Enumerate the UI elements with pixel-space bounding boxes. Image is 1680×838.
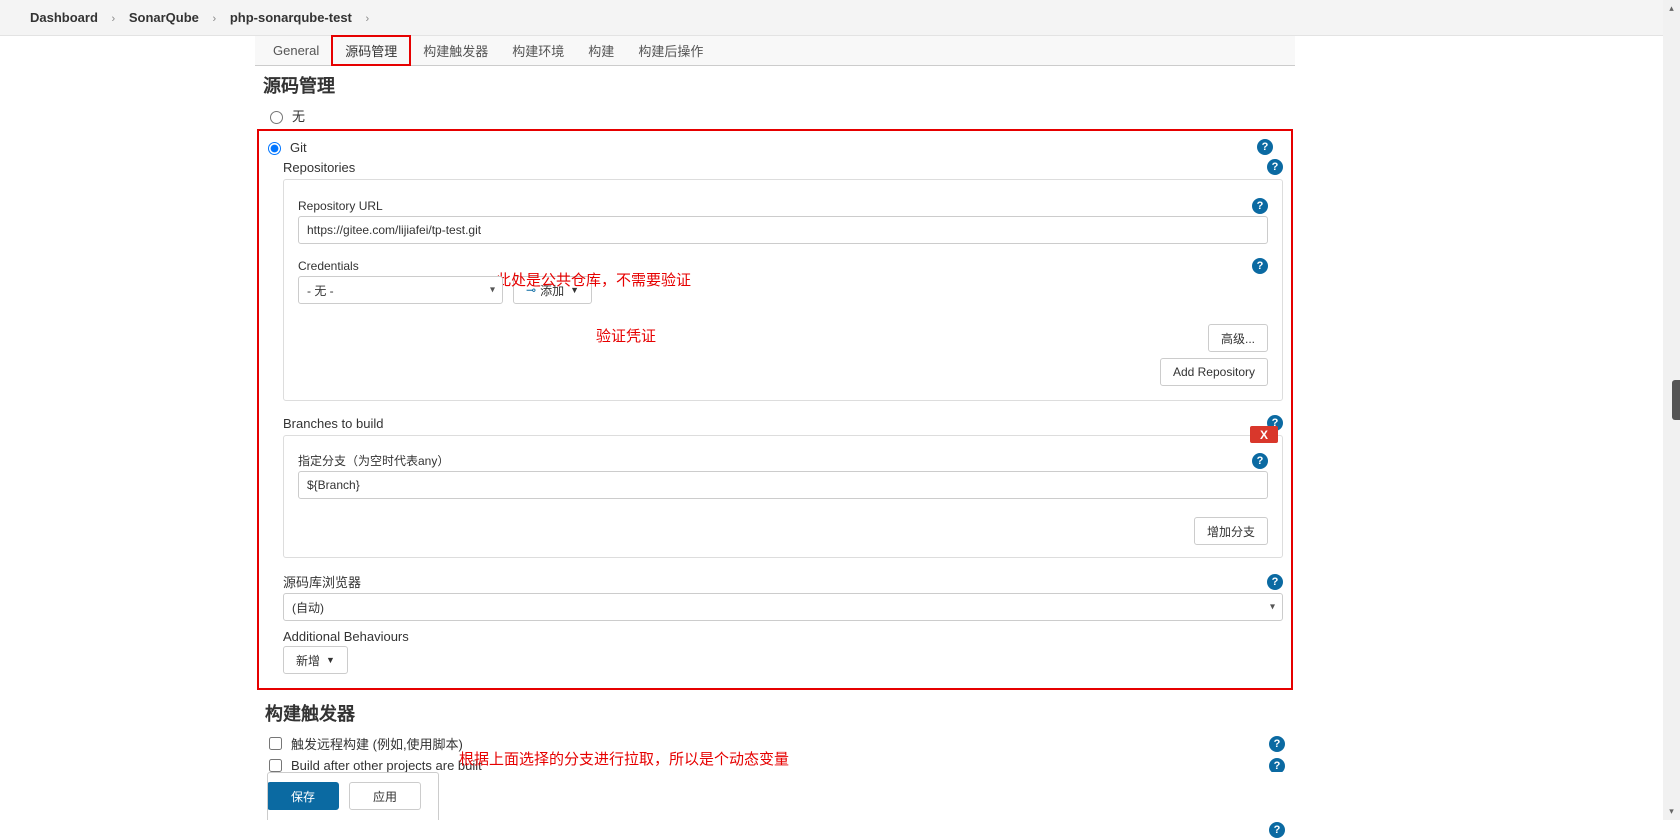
annotation-verify: 验证凭证 <box>596 325 656 346</box>
branch-panel: X 根据上面选择的分支进行拉取，所以是个动态变量 指定分支（为空时代表any） … <box>283 435 1283 558</box>
radio-scm-git-label[interactable]: Git <box>290 140 307 155</box>
section-title-triggers: 构建触发器 <box>265 700 1285 726</box>
checkbox-trigger-remote[interactable] <box>269 737 282 750</box>
help-icon[interactable]: ? <box>1269 736 1285 752</box>
config-tabs: General 源码管理 构建触发器 构建环境 构建 构建后操作 <box>255 36 1295 66</box>
breadcrumb-project[interactable]: php-sonarqube-test <box>230 10 352 25</box>
scroll-up-icon[interactable]: ▴ <box>1663 0 1680 17</box>
additional-add-button-label: 新增 <box>296 652 320 669</box>
additional-add-button[interactable]: 新增 ▼ <box>283 646 348 674</box>
additional-behaviours-label: Additional Behaviours <box>283 629 409 644</box>
bottom-action-bar: 保存 应用 <box>255 772 1295 820</box>
delete-branch-button[interactable]: X <box>1250 426 1278 443</box>
repo-url-label: Repository URL <box>298 199 383 213</box>
advanced-button[interactable]: 高级... <box>1208 324 1268 352</box>
checkbox-trigger-remote-label[interactable]: 触发远程构建 (例如,使用脚本) <box>291 734 463 753</box>
radio-scm-none-label[interactable]: 无 <box>292 106 305 125</box>
breadcrumb-bar: Dashboard › SonarQube › php-sonarqube-te… <box>0 0 1680 36</box>
repo-browser-label: 源码库浏览器 <box>283 572 361 591</box>
breadcrumb-sonarqube[interactable]: SonarQube <box>129 10 199 25</box>
tab-general[interactable]: General <box>261 36 331 65</box>
tab-post[interactable]: 构建后操作 <box>626 36 715 65</box>
radio-scm-none[interactable] <box>270 111 283 124</box>
repository-panel: 此处是公共仓库，不需要验证 验证凭证 Repository URL ? Cred… <box>283 179 1283 401</box>
breadcrumb-dashboard[interactable]: Dashboard <box>30 10 98 25</box>
chevron-right-icon: › <box>366 13 370 25</box>
section-title-scm: 源码管理 <box>263 72 1287 98</box>
branch-spec-label: 指定分支（为空时代表any） <box>298 452 449 469</box>
tab-triggers[interactable]: 构建触发器 <box>411 36 500 65</box>
help-icon[interactable]: ? <box>1252 198 1268 214</box>
add-repository-button[interactable]: Add Repository <box>1160 358 1268 386</box>
radio-scm-git[interactable] <box>268 142 281 155</box>
tab-env[interactable]: 构建环境 <box>500 36 576 65</box>
scroll-down-icon[interactable]: ▾ <box>1663 803 1680 820</box>
chevron-right-icon: › <box>112 13 116 25</box>
apply-button[interactable]: 应用 <box>349 782 421 810</box>
help-icon[interactable]: ? <box>1252 258 1268 274</box>
branches-label: Branches to build <box>283 416 383 431</box>
tab-scm[interactable]: 源码管理 <box>331 35 411 66</box>
side-feedback-tab[interactable] <box>1672 380 1680 420</box>
tab-build[interactable]: 构建 <box>576 36 626 65</box>
annotation-public-repo: 此处是公共仓库，不需要验证 <box>496 269 691 290</box>
branch-spec-input[interactable] <box>298 471 1268 499</box>
chevron-right-icon: › <box>213 13 217 25</box>
help-icon[interactable]: ? <box>1269 822 1285 838</box>
credentials-label: Credentials <box>298 259 359 273</box>
git-config-block: Git ? Repositories ? 此处是公共仓库，不需要验证 验证凭证 … <box>257 129 1293 690</box>
repo-url-input[interactable] <box>298 216 1268 244</box>
add-branch-button[interactable]: 增加分支 <box>1194 517 1268 545</box>
caret-down-icon: ▼ <box>326 655 335 665</box>
repo-browser-select[interactable]: (自动) <box>283 593 1283 621</box>
annotation-dynamic: 根据上面选择的分支进行拉取，所以是个动态变量 <box>459 748 789 769</box>
help-icon[interactable]: ? <box>1257 139 1273 155</box>
save-button[interactable]: 保存 <box>267 782 339 810</box>
credentials-select[interactable]: - 无 - <box>298 276 503 304</box>
help-icon[interactable]: ? <box>1267 574 1283 590</box>
help-icon[interactable]: ? <box>1267 159 1283 175</box>
repositories-label: Repositories <box>283 160 355 175</box>
help-icon[interactable]: ? <box>1252 453 1268 469</box>
